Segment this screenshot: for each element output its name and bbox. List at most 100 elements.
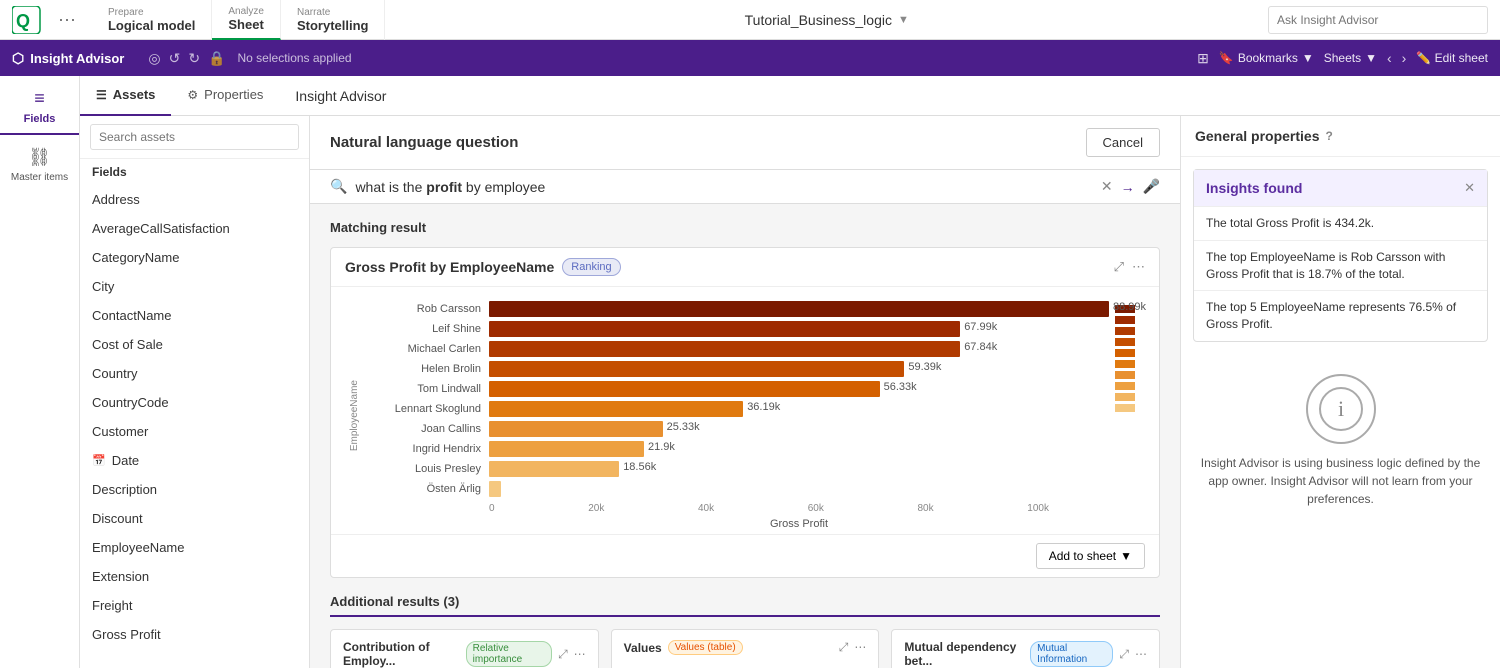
bar-row: Lennart Skoglund 36.19k <box>369 401 1109 417</box>
nav-right-icon[interactable]: › <box>1402 50 1407 66</box>
insights-panel: Insights found ✕ The total Gross Profit … <box>1193 169 1488 342</box>
field-item[interactable]: Customer <box>80 417 309 446</box>
field-item[interactable]: ContactName <box>80 301 309 330</box>
body-layout: ≡ Fields ⛓ Master items ☰ Assets ⚙ Prope… <box>0 76 1500 668</box>
left-tab-fields[interactable]: ≡ Fields <box>0 80 79 135</box>
undo-icon[interactable]: ↺ <box>169 50 181 67</box>
search-submit-icon[interactable]: → <box>1121 179 1135 195</box>
sidebar: Fields AddressAverageCallSatisfactionCat… <box>80 116 310 668</box>
bar-row: Leif Shine 67.99k <box>369 321 1109 337</box>
top-tab-row: ☰ Assets ⚙ Properties Insight Advisor <box>80 76 1500 116</box>
tab-properties[interactable]: ⚙ Properties <box>171 76 279 116</box>
sheets-button[interactable]: Sheets ▼ <box>1324 51 1377 65</box>
qlik-logo-icon: Q <box>12 6 42 34</box>
field-item[interactable]: Address <box>80 185 309 214</box>
nav-analyze[interactable]: Analyze Sheet <box>212 0 281 40</box>
add-to-sheet-button[interactable]: Add to sheet ▼ <box>1036 543 1145 569</box>
insights-title: Insights found <box>1206 180 1302 196</box>
search-clear-icon[interactable]: ✕ <box>1101 178 1113 195</box>
nl-question-header: Natural language question Cancel <box>310 116 1180 170</box>
nav-dots[interactable]: ··· <box>58 9 76 30</box>
search-query-display[interactable]: what is the profit by employee <box>355 179 1092 195</box>
bar-container: 67.84k <box>489 341 1109 357</box>
crosshair-icon[interactable]: ◎ <box>148 50 160 67</box>
nav-narrate[interactable]: Narrate Storytelling <box>281 0 386 40</box>
redo-icon[interactable]: ↻ <box>188 50 200 67</box>
right-panel-header: General properties ? <box>1181 116 1500 157</box>
bar-fill <box>489 381 880 397</box>
more-card-icon[interactable]: ⋯ <box>574 647 586 662</box>
bar-fill <box>489 481 501 497</box>
bar-value: 67.99k <box>964 321 1154 333</box>
nav-prepare[interactable]: Prepare Logical model <box>92 0 212 40</box>
field-item[interactable]: Description <box>80 475 309 504</box>
results-area: Matching result Gross Profit by Employee… <box>310 204 1180 668</box>
sidebar-search-input[interactable] <box>90 124 299 150</box>
field-item[interactable]: AverageCallSatisfaction <box>80 214 309 243</box>
bar-container: 59.39k <box>489 361 1109 377</box>
more-options-icon[interactable]: ⋯ <box>1132 259 1145 275</box>
ask-insight-input[interactable] <box>1268 6 1488 34</box>
bar-row: Rob Carsson 88.99k <box>369 301 1109 317</box>
svg-text:i: i <box>1337 396 1343 421</box>
bar-fill <box>489 321 960 337</box>
lock-icon[interactable]: 🔒 <box>208 50 225 67</box>
field-item[interactable]: EmployeeName <box>80 533 309 562</box>
insight-bar-icons: ◎ ↺ ↻ 🔒 No selections applied <box>148 50 351 67</box>
left-tab-panel: ≡ Fields ⛓ Master items <box>0 76 80 668</box>
small-card-title: Mutual dependency bet... <box>904 640 1024 668</box>
search-bar-area: 🔍 what is the profit by employee ✕ → 🎤 <box>310 170 1180 204</box>
properties-tab-icon: ⚙ <box>187 88 198 102</box>
bar-label: Ingrid Hendrix <box>369 443 489 455</box>
field-item[interactable]: Cost of Sale <box>80 330 309 359</box>
field-item[interactable]: Gross Profit <box>80 620 309 649</box>
field-item[interactable]: City <box>80 272 309 301</box>
field-item[interactable]: Freight <box>80 591 309 620</box>
card-icons: ⤢ ⋯ <box>839 640 867 655</box>
bar-label: Östen Ärlig <box>369 483 489 495</box>
card-badge: Values (table) <box>668 640 743 655</box>
expand-card-icon[interactable]: ⤢ <box>1119 647 1129 662</box>
bar-row: Ingrid Hendrix 21.9k <box>369 441 1109 457</box>
small-card-header: Mutual dependency bet... Mutual Informat… <box>904 640 1147 668</box>
additional-cards: Contribution of Employ... Relative impor… <box>330 629 1160 668</box>
expand-card-icon[interactable]: ⤢ <box>558 647 568 662</box>
bar-value: 88.99k <box>1113 301 1154 313</box>
y-axis-label-container: EmployeeName <box>345 301 363 530</box>
field-item[interactable]: CountryCode <box>80 388 309 417</box>
chart-card-header: Gross Profit by EmployeeName Ranking ⤢ ⋯ <box>331 248 1159 287</box>
expand-icon[interactable]: ⤢ <box>1114 259 1124 275</box>
more-card-icon[interactable]: ⋯ <box>1135 647 1147 662</box>
sidebar-main-layout: Fields AddressAverageCallSatisfactionCat… <box>80 116 1500 668</box>
bar-value: 18.56k <box>623 461 1154 473</box>
y-axis-label: EmployeeName <box>349 380 360 451</box>
edit-sheet-button[interactable]: ✏️ Edit sheet <box>1416 51 1488 65</box>
tab-assets[interactable]: ☰ Assets <box>80 76 171 116</box>
small-card-header: Values Values (table) ⤢ ⋯ <box>624 640 867 655</box>
left-tab-master-items[interactable]: ⛓ Master items <box>0 139 79 191</box>
bar-row: Louis Presley 18.56k <box>369 461 1109 477</box>
field-item[interactable]: 📅Date <box>80 446 309 475</box>
insights-close-icon[interactable]: ✕ <box>1464 180 1475 196</box>
bar-row: Östen Ärlig <box>369 481 1109 497</box>
sidebar-search-area <box>80 116 309 159</box>
bookmarks-button[interactable]: 🔖 Bookmarks ▼ <box>1219 51 1314 65</box>
grid-icon[interactable]: ⊞ <box>1197 50 1209 67</box>
field-item[interactable]: Extension <box>80 562 309 591</box>
bar-value: 36.19k <box>747 401 1154 413</box>
bar-row: Michael Carlen 67.84k <box>369 341 1109 357</box>
help-icon[interactable]: ? <box>1326 129 1333 143</box>
expand-card-icon[interactable]: ⤢ <box>839 640 849 655</box>
bar-fill <box>489 461 619 477</box>
insight-item: The total Gross Profit is 434.2k. <box>1194 206 1487 240</box>
search-mic-icon[interactable]: 🎤 <box>1143 178 1160 195</box>
field-item[interactable]: CategoryName <box>80 243 309 272</box>
field-item[interactable]: Country <box>80 359 309 388</box>
nav-left-icon[interactable]: ‹ <box>1387 50 1392 66</box>
additional-results-label: Additional results (3) <box>330 594 459 609</box>
field-item[interactable]: Discount <box>80 504 309 533</box>
more-card-icon[interactable]: ⋯ <box>854 640 866 655</box>
info-circle-icon: i <box>1306 374 1376 444</box>
cancel-button[interactable]: Cancel <box>1086 128 1160 157</box>
small-card-header: Contribution of Employ... Relative impor… <box>343 640 586 668</box>
